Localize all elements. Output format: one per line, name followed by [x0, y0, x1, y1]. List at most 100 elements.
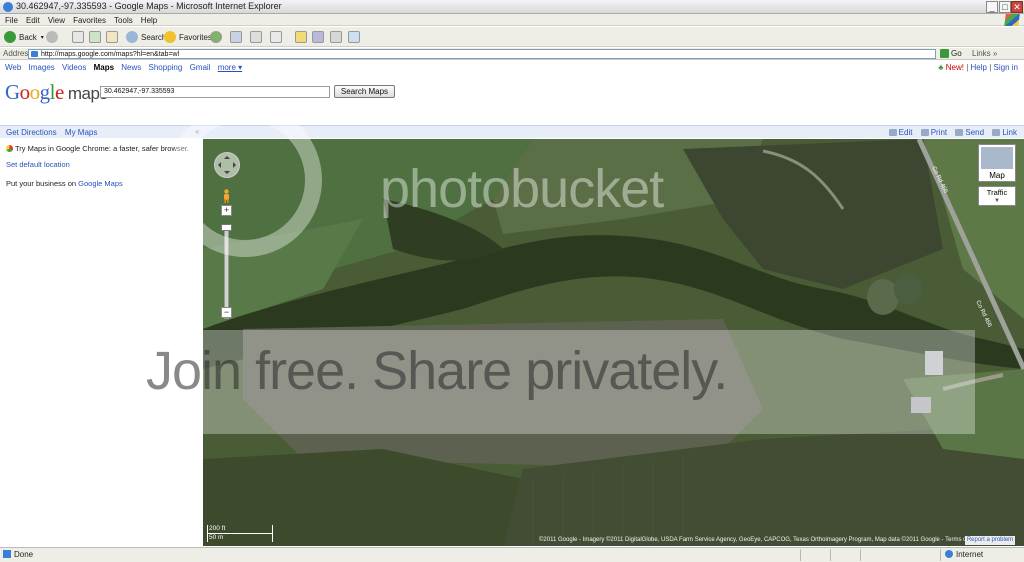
- back-button[interactable]: Back ▾: [4, 30, 44, 44]
- link-link[interactable]: Link: [992, 128, 1017, 137]
- window-title: 30.462947,-97.335593 - Google Maps - Mic…: [16, 1, 282, 11]
- traffic-label: Traffic: [986, 188, 1008, 197]
- send-label: Send: [965, 128, 985, 137]
- gnav-web[interactable]: Web: [5, 63, 21, 72]
- gnav-separator: |: [966, 63, 969, 72]
- address-input[interactable]: http://maps.google.com/maps?hl=en&tab=wl: [28, 49, 936, 59]
- browser-window: 30.462947,-97.335593 - Google Maps - Mic…: [0, 0, 1024, 562]
- get-directions-link[interactable]: Get Directions: [6, 128, 57, 137]
- stop-icon[interactable]: [72, 31, 84, 43]
- google-nav-bar: Web Images Videos Maps News Shopping Gma…: [0, 61, 1024, 75]
- copyright-text: ©2011 Google - Imagery ©2011 DigitalGlob…: [539, 537, 981, 543]
- traffic-button[interactable]: Traffic ▼: [978, 186, 1016, 206]
- gnav-images[interactable]: Images: [29, 63, 55, 72]
- page-icon: [3, 550, 11, 558]
- zoom-out-button[interactable]: −: [221, 307, 232, 318]
- print-link[interactable]: Print: [920, 128, 948, 137]
- menu-tools[interactable]: Tools: [114, 16, 133, 25]
- menu-file[interactable]: File: [5, 16, 18, 25]
- forward-button[interactable]: [46, 30, 61, 44]
- maximize-button[interactable]: □: [999, 1, 1011, 13]
- address-bar: Address http://maps.google.com/maps?hl=e…: [0, 48, 1024, 60]
- report-problem-link[interactable]: Report a problem: [965, 536, 1015, 545]
- chrome-icon: [6, 145, 13, 152]
- set-default-location-link[interactable]: Set default location: [6, 160, 70, 169]
- toolbar: Back ▾ Search Favorites: [0, 27, 1024, 47]
- edit-icon[interactable]: [270, 31, 282, 43]
- menu-help[interactable]: Help: [141, 16, 157, 25]
- gnav-separator: |: [989, 63, 992, 72]
- map-type-label: Map: [989, 171, 1005, 180]
- map-thumbnail: [981, 147, 1013, 169]
- gnav-gmail[interactable]: Gmail: [190, 63, 211, 72]
- gnav-maps[interactable]: Maps: [94, 63, 114, 72]
- go-label: Go: [951, 49, 962, 58]
- panel-bar: Get Directions My Maps « Edit Print Send…: [0, 125, 1024, 138]
- print-icon[interactable]: [250, 31, 262, 43]
- windows-logo-icon: [1004, 14, 1020, 26]
- chrome-promo[interactable]: Try Maps in Google Chrome: a faster, saf…: [6, 144, 189, 153]
- search-maps-button[interactable]: Search Maps: [334, 85, 395, 98]
- business-promo: Put your business on Google Maps: [6, 179, 123, 188]
- map-type-button[interactable]: Map: [978, 144, 1016, 182]
- notes-icon[interactable]: [295, 31, 307, 43]
- watermark-logo: [168, 103, 322, 257]
- history-icon[interactable]: [210, 31, 222, 43]
- globe-icon: [945, 550, 953, 558]
- page-icon: [31, 51, 38, 57]
- gnav-shopping[interactable]: Shopping: [149, 63, 183, 72]
- go-arrow-icon: [940, 49, 949, 59]
- refresh-icon[interactable]: [89, 31, 101, 43]
- menu-favorites[interactable]: Favorites: [73, 16, 106, 25]
- chrome-promo-text: Try Maps in Google Chrome: a faster, saf…: [15, 144, 189, 153]
- google-maps-logo[interactable]: Google maps: [5, 80, 108, 105]
- gnav-news[interactable]: News: [121, 63, 141, 72]
- menu-edit[interactable]: Edit: [26, 16, 40, 25]
- logo-letter: o: [19, 80, 31, 104]
- research-icon[interactable]: [330, 31, 342, 43]
- back-label: Back: [19, 32, 37, 42]
- gnav-more[interactable]: more ▾: [218, 63, 242, 72]
- link-label: Link: [1002, 128, 1017, 137]
- close-button[interactable]: ✕: [1011, 1, 1023, 13]
- toolbar-extra-icon[interactable]: [348, 31, 360, 43]
- gnav-signin[interactable]: Sign in: [994, 63, 1018, 72]
- messenger-icon[interactable]: [312, 31, 324, 43]
- gnav-new[interactable]: New!: [946, 63, 964, 72]
- print-label: Print: [930, 128, 948, 137]
- link-icon: [992, 129, 1001, 136]
- business-promo-text: Put your business on: [6, 179, 79, 188]
- scale-feet: 200 ft: [209, 525, 226, 532]
- status-done: Done: [3, 550, 33, 559]
- favorites-button[interactable]: Favorites: [164, 30, 212, 44]
- google-wordmark: Google: [5, 80, 64, 104]
- links-button[interactable]: Links »: [972, 49, 997, 58]
- map-scale: 200 ft 50 m: [207, 524, 273, 544]
- new-leaf-icon: ♣: [938, 63, 944, 72]
- search-icon: [126, 31, 138, 43]
- home-icon[interactable]: [106, 31, 118, 43]
- search-input[interactable]: 30.462947,-97.335593: [100, 86, 330, 98]
- menu-view[interactable]: View: [48, 16, 65, 25]
- watermark-bottom-text: Join free. Share privately.: [146, 341, 728, 401]
- back-dropdown-icon[interactable]: ▾: [41, 34, 44, 41]
- my-maps-link[interactable]: My Maps: [65, 128, 97, 137]
- edit-icon: [888, 129, 897, 136]
- mail-icon[interactable]: [230, 31, 242, 43]
- edit-link[interactable]: Edit: [888, 128, 913, 137]
- edit-label: Edit: [898, 128, 913, 137]
- minimize-button[interactable]: _: [986, 1, 998, 13]
- star-icon: [164, 31, 176, 43]
- title-bar: 30.462947,-97.335593 - Google Maps - Mic…: [0, 0, 1024, 14]
- menu-bar: File Edit View Favorites Tools Help: [0, 14, 1024, 26]
- gnav-videos[interactable]: Videos: [62, 63, 86, 72]
- google-maps-link[interactable]: Google Maps: [78, 179, 123, 188]
- gnav-help[interactable]: Help: [971, 63, 987, 72]
- print-icon: [920, 129, 929, 136]
- send-link[interactable]: Send: [955, 128, 984, 137]
- chevron-down-icon: ▼: [994, 198, 1000, 204]
- search-label: Search: [141, 32, 167, 42]
- search-button[interactable]: Search: [126, 30, 166, 44]
- status-done-label: Done: [14, 550, 34, 559]
- go-button[interactable]: Go: [940, 49, 962, 59]
